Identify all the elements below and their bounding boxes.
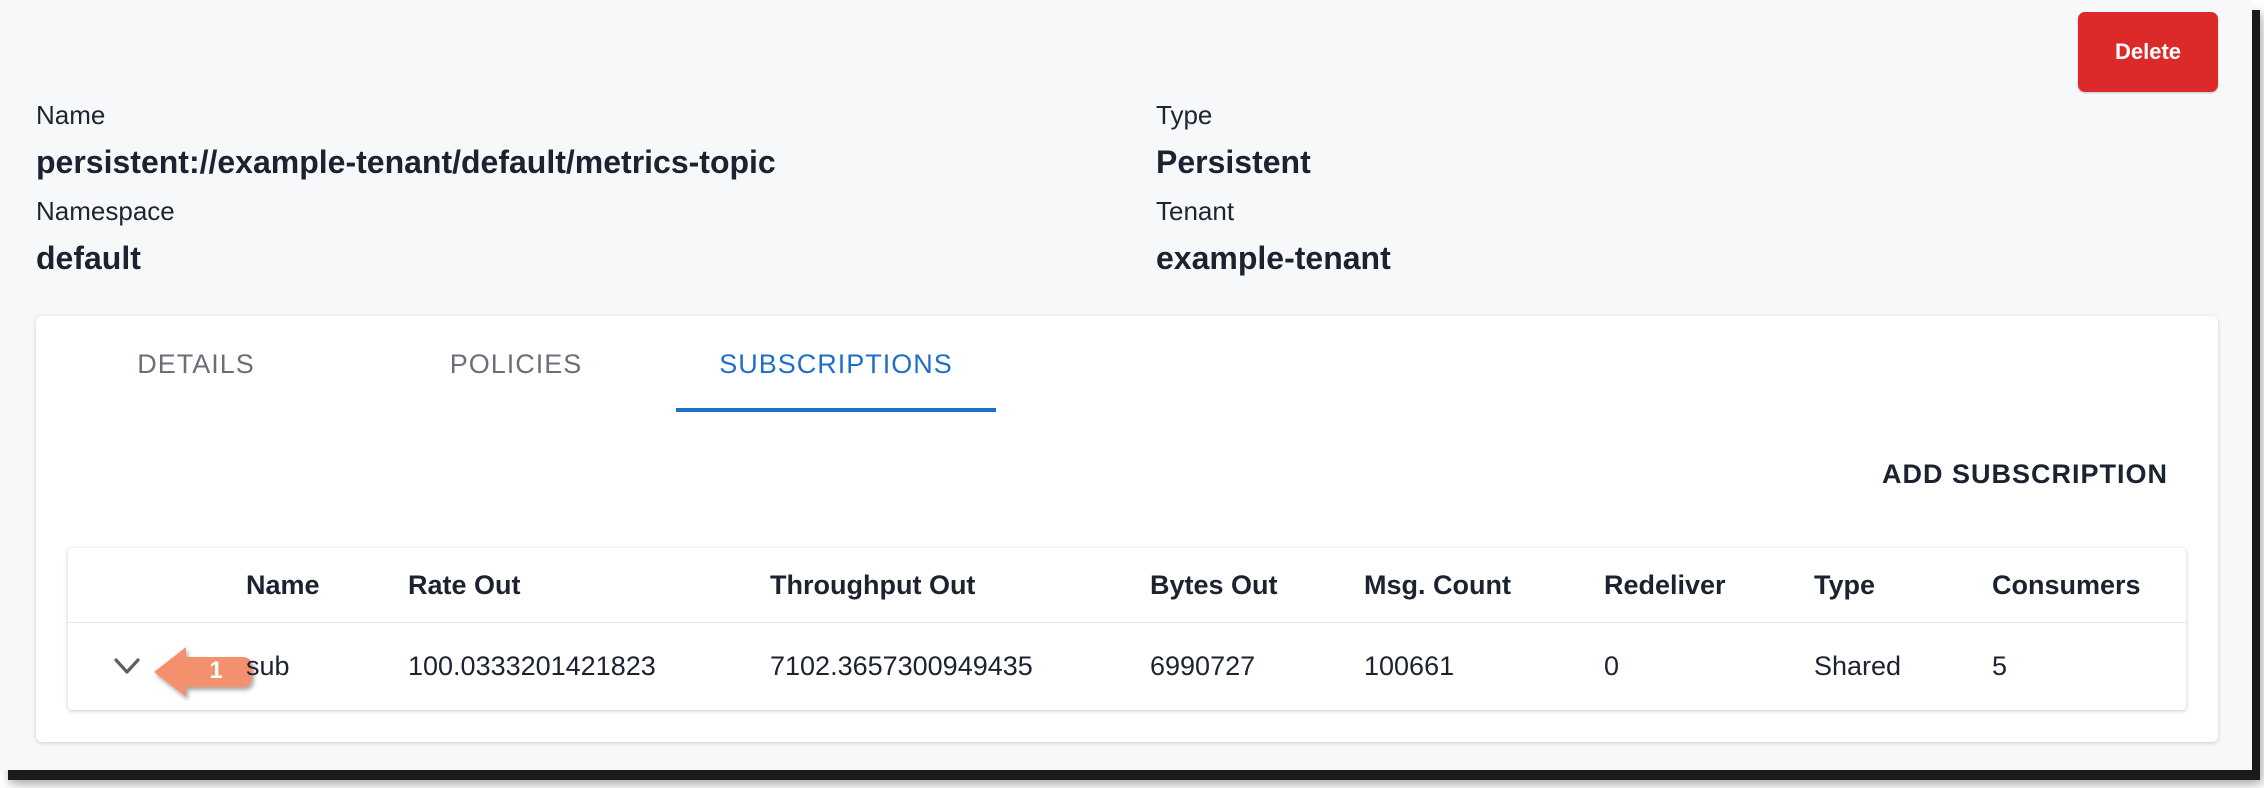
name-value: persistent://example-tenant/default/metr…	[36, 144, 776, 180]
page-frame: Delete Name persistent://example-tenant/…	[0, 0, 2252, 770]
cell-msg-count: 100661	[1364, 650, 1455, 681]
tab-details[interactable]: DETAILS	[36, 316, 356, 412]
column-header-name: Name	[246, 569, 320, 600]
chevron-down-icon[interactable]	[112, 651, 142, 681]
cell-throughput-out: 7102.3657300949435	[770, 650, 1033, 681]
table-row[interactable]: 1 sub 100.0333201421823 7102.36573009494…	[68, 623, 2186, 709]
cell-redeliver: 0	[1604, 650, 1620, 681]
type-label: Type	[1156, 100, 1213, 130]
delete-button[interactable]: Delete	[2078, 12, 2218, 92]
tenant-label: Tenant	[1156, 196, 1235, 226]
active-tab-indicator	[676, 408, 996, 412]
column-header-redeliver: Redeliver	[1604, 569, 1726, 600]
type-value: Persistent	[1156, 144, 1311, 180]
topic-tabs-card: DETAILS POLICIES SUBSCRIPTIONS ADD SUBSC…	[36, 316, 2218, 742]
tab-policies[interactable]: POLICIES	[356, 316, 676, 412]
column-header-throughput-out: Throughput Out	[770, 569, 976, 600]
namespace-label: Namespace	[36, 196, 175, 226]
column-header-type: Type	[1814, 569, 1876, 600]
step-number-badge: 1	[209, 657, 223, 684]
name-label: Name	[36, 100, 106, 130]
cell-bytes-out: 6990727	[1150, 650, 1256, 681]
column-header-bytes-out: Bytes Out	[1150, 569, 1278, 600]
cell-consumers: 5	[1992, 650, 2008, 681]
tab-subscriptions[interactable]: SUBSCRIPTIONS	[676, 316, 996, 412]
column-header-consumers: Consumers	[1992, 569, 2141, 600]
cell-name: sub	[246, 650, 290, 681]
namespace-value: default	[36, 240, 141, 276]
table-header: Name Rate Out Throughput Out Bytes Out M…	[68, 548, 2186, 623]
add-subscription-button[interactable]: ADD SUBSCRIPTION	[1876, 458, 2174, 491]
subscriptions-table: Name Rate Out Throughput Out Bytes Out M…	[68, 548, 2186, 710]
column-header-rate-out: Rate Out	[408, 569, 521, 600]
tenant-value: example-tenant	[1156, 240, 1391, 276]
cell-type: Shared	[1814, 650, 1902, 681]
cell-rate-out: 100.0333201421823	[408, 650, 656, 681]
column-header-msg-count: Msg. Count	[1364, 569, 1511, 600]
